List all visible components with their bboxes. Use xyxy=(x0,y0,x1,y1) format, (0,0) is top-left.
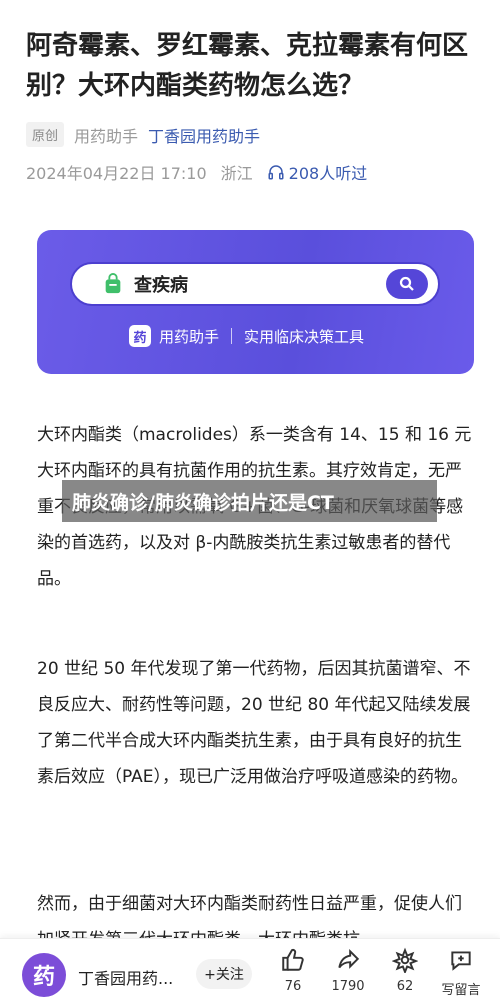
headphones-icon xyxy=(268,165,284,180)
author-row: 原创 用药助手 丁香园用药助手 xyxy=(26,122,260,147)
meta-row: 2024年04月22日 17:10 浙江 208人听过 xyxy=(26,160,367,184)
banner-search-button[interactable] xyxy=(386,269,428,299)
banner-search-text: 查疾病 xyxy=(134,275,188,296)
share-arrow-icon xyxy=(338,948,360,969)
author-secondary-link[interactable]: 丁香园用药助手 xyxy=(148,123,260,147)
banner-app-name: 用药助手 xyxy=(159,327,220,346)
publish-location: 浙江 xyxy=(220,164,253,183)
divider xyxy=(231,328,233,344)
share-button[interactable]: 1790 xyxy=(323,947,373,994)
account-avatar[interactable]: 药 xyxy=(22,953,66,997)
search-icon xyxy=(399,276,414,291)
author-primary[interactable]: 用药助手 xyxy=(74,123,138,147)
search-keyword-overlay[interactable]: 肺炎确诊/肺炎确诊拍片还是CT xyxy=(62,480,437,522)
comment-button[interactable]: 写留言 xyxy=(436,947,486,998)
listen-button[interactable]: 208人听过 xyxy=(267,160,368,184)
account-name[interactable]: 丁香园用药... xyxy=(78,965,173,989)
original-tag: 原创 xyxy=(26,122,65,147)
article-title: 阿奇霉素、罗红霉素、克拉霉素有何区别？大环内酯类药物怎么选？ xyxy=(26,31,469,101)
publish-datetime: 2024年04月22日 17:10 xyxy=(26,164,207,183)
like-count: 76 xyxy=(284,979,302,994)
app-badge-icon: 药 xyxy=(129,325,151,347)
banner-tagline: 实用临床决策工具 xyxy=(244,327,365,346)
recommend-button[interactable]: 62 xyxy=(380,947,430,994)
bottom-action-bar: 药 丁香园用药... +关注 76 1790 62 写留言 xyxy=(0,938,500,1007)
follow-button[interactable]: +关注 xyxy=(196,959,252,989)
shopping-bag-icon xyxy=(105,273,121,294)
banner-footer: 药 用药助手 实用临床决策工具 xyxy=(129,325,364,347)
like-button[interactable]: 76 xyxy=(268,947,318,994)
listener-count: 208人听过 xyxy=(288,164,368,183)
comment-label: 写留言 xyxy=(441,983,481,998)
thumbs-up-icon xyxy=(282,949,304,971)
share-count: 1790 xyxy=(331,979,365,994)
recommend-flower-icon xyxy=(392,947,418,973)
article-paragraph-2: 20 世纪 50 年代发现了第一代药物，后因其抗菌谱窄、不良反应大、耐药性等问题… xyxy=(37,659,471,787)
comment-bubble-icon xyxy=(451,951,471,971)
banner-search-box[interactable]: 查疾病 xyxy=(70,262,440,306)
promo-banner[interactable]: 查疾病 药 用药助手 实用临床决策工具 xyxy=(37,230,474,374)
recommend-count: 62 xyxy=(396,979,414,994)
